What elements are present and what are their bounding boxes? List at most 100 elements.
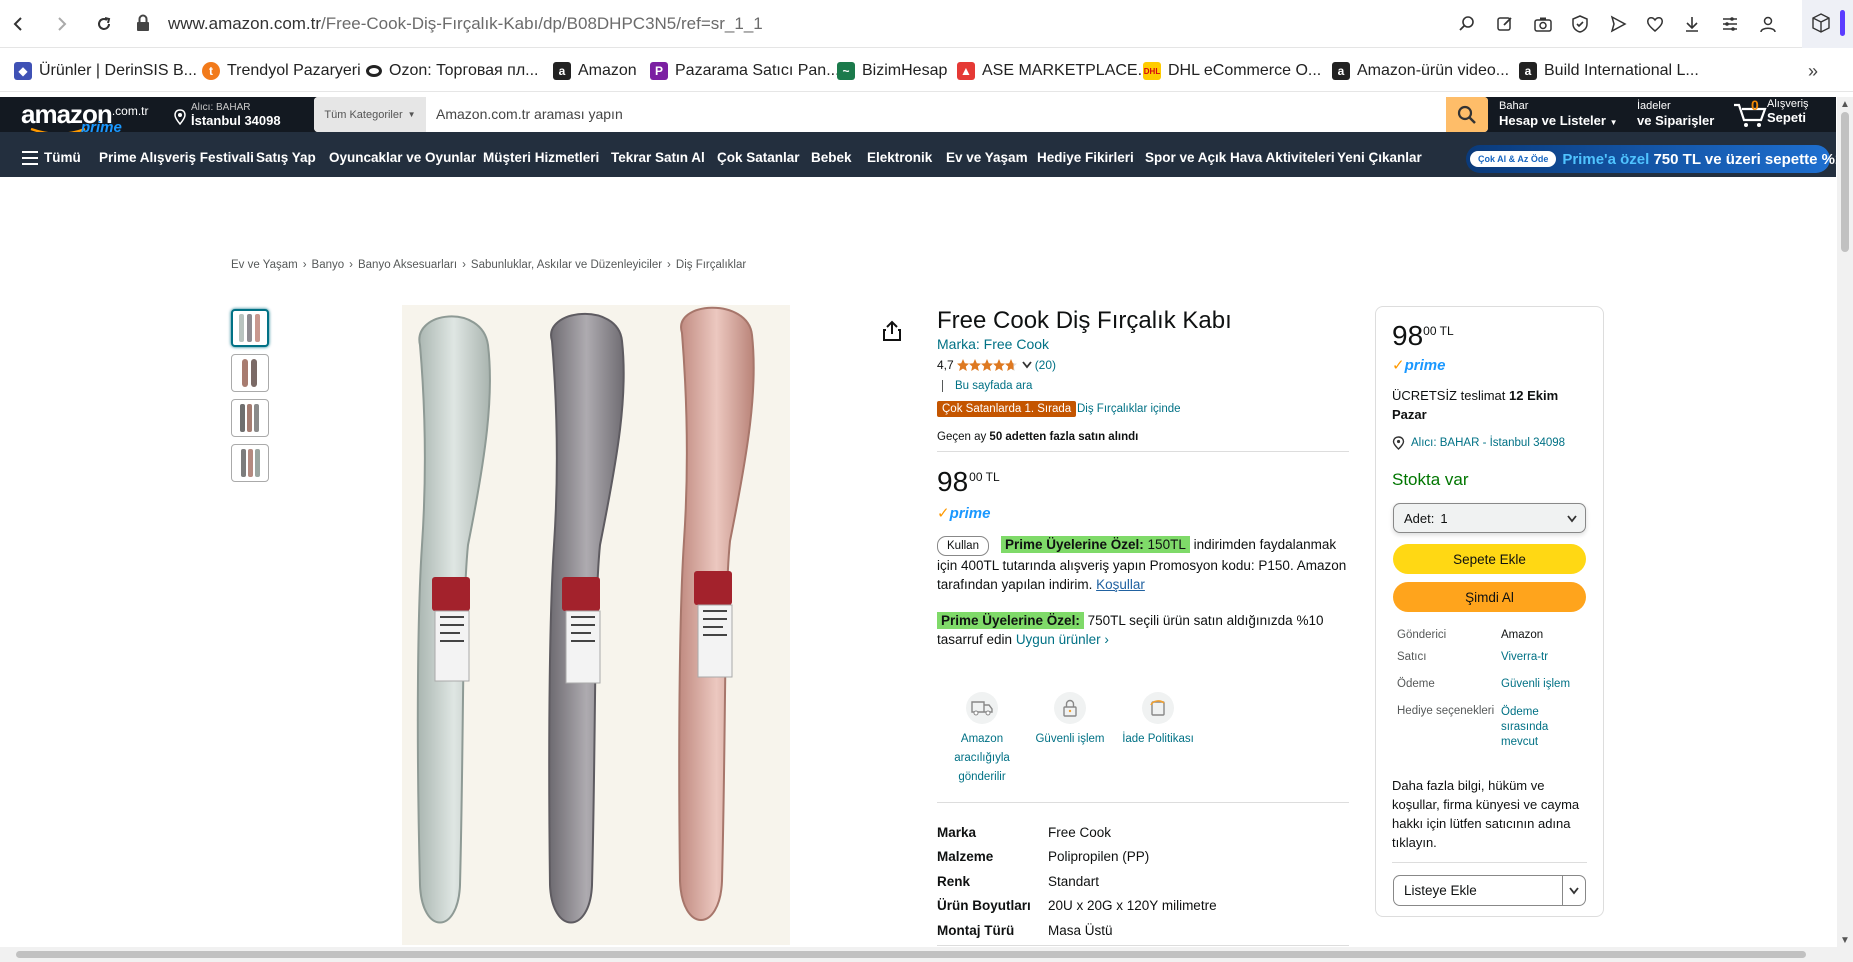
amazon-logo[interactable]: amazon.com.tr prime	[21, 99, 148, 136]
scroll-down-arrow-icon[interactable]: ▼	[1840, 935, 1850, 946]
breadcrumb: Ev ve Yaşam › Banyo › Banyo Aksesuarları › Sab…	[231, 259, 747, 271]
horizontal-scroll-thumb[interactable]	[16, 951, 1806, 958]
back-button[interactable]	[6, 12, 30, 36]
camera-icon[interactable]	[1531, 12, 1555, 36]
thumbnail-1[interactable]	[231, 309, 269, 347]
add-to-list-label: Listeye Ekle	[1404, 883, 1477, 898]
thumbnail-4[interactable]	[231, 444, 269, 482]
bookmark-trendyol[interactable]: t Trendyol Pazaryeri	[202, 60, 361, 82]
gift-options-link[interactable]: Ödeme sırasında mevcut	[1501, 705, 1561, 750]
eligible-products-link[interactable]: Uygun ürünler ›	[1016, 632, 1109, 647]
seller-link[interactable]: Viverra-tr	[1501, 651, 1548, 663]
cart[interactable]: 0 Alışveriş Sepeti	[1733, 97, 1809, 127]
brand-link[interactable]: Marka: Free Cook	[937, 336, 1049, 352]
nav-toys[interactable]: Oyuncaklar ve Oyunlar	[329, 150, 476, 165]
bestseller-badge[interactable]: Çok Satanlarda 1. Sırada	[937, 401, 1077, 417]
heart-icon[interactable]	[1643, 12, 1667, 36]
deliver-to[interactable]: Alıcı: BAHAR İstanbul 34098	[174, 102, 281, 129]
prime-badge: ✓prime	[937, 504, 990, 522]
add-to-cart-button[interactable]: Sepete Ekle	[1393, 544, 1586, 574]
breadcrumb-toothbrush-holders[interactable]: Diş Fırçalıklar	[676, 259, 746, 271]
price-fraction: 00	[969, 470, 983, 484]
reload-button[interactable]	[92, 12, 116, 36]
qty-label: Adet:	[1404, 510, 1435, 526]
nav-new-releases[interactable]: Yeni Çıkanlar	[1337, 150, 1422, 165]
nav-electronics[interactable]: Elektronik	[867, 150, 932, 165]
lock-icon[interactable]	[136, 14, 150, 32]
rating-summary[interactable]: 4,7 (20)	[937, 358, 1056, 372]
returns-orders[interactable]: İadeler ve Siparişler	[1637, 100, 1714, 129]
buy-now-button[interactable]: Şimdi Al	[1393, 582, 1586, 612]
bookmark-build-international[interactable]: a Build International L...	[1519, 60, 1699, 82]
all-menu-button[interactable]: Tümü	[22, 150, 81, 165]
bookmark-amazon-video[interactable]: a Amazon-ürün video...	[1332, 60, 1509, 82]
breadcrumb-bath-accessories[interactable]: Banyo Aksesuarları	[358, 259, 457, 271]
forward-button[interactable]	[50, 12, 74, 36]
secure-transaction-link[interactable]: Güvenli işlem	[1501, 678, 1570, 690]
download-icon[interactable]	[1680, 12, 1704, 36]
bookmark-bizimhesap[interactable]: ~ BizimHesap	[837, 60, 947, 82]
nav-customer-service[interactable]: Müşteri Hizmetleri	[483, 150, 599, 165]
main-product-image[interactable]	[402, 305, 790, 945]
nav-prime-festival[interactable]: Prime Alışveriş Festivali	[99, 150, 254, 165]
bookmark-dhl[interactable]: DHL DHL eCommerce O...	[1143, 60, 1321, 82]
feature-secure-transaction[interactable]: Güvenli işlem	[1034, 692, 1106, 749]
info-key-payment: Ödeme	[1397, 678, 1435, 690]
search-category-select[interactable]: Tüm Kategoriler ▼	[314, 97, 426, 132]
location-pin-icon	[1392, 436, 1405, 450]
bestseller-category-link[interactable]: Diş Fırçalıklar içinde	[1077, 403, 1181, 415]
bookmark-derinsis[interactable]: ◆ Ürünler | DerinSIS B...	[14, 60, 197, 82]
nav-buy-again[interactable]: Tekrar Satın Al	[611, 150, 705, 165]
cube-icon[interactable]	[1812, 13, 1830, 33]
back-arrow-icon	[13, 17, 22, 31]
amazon-icon: a	[1332, 62, 1350, 80]
feature-return-policy[interactable]: İade Politikası	[1115, 692, 1201, 749]
bookmark-ozon[interactable]: Ozon: Торговая пл...	[366, 60, 539, 82]
apply-coupon-button[interactable]: Kullan	[937, 536, 989, 556]
breadcrumb-home-living[interactable]: Ev ve Yaşam	[231, 259, 298, 271]
amazon-icon: a	[553, 62, 571, 80]
edit-icon[interactable]	[1493, 12, 1517, 36]
address-bar[interactable]: www.amazon.com.tr/Free-Cook-Diş-Fırçalık…	[168, 14, 763, 34]
breadcrumb-soap-holders[interactable]: Sabunluklar, Askılar ve Düzenleyiciler	[471, 259, 662, 271]
rating-count[interactable]: (20)	[1035, 358, 1056, 372]
bookmark-ase[interactable]: ▲ ASE MARKETPLACE...	[957, 60, 1151, 82]
breadcrumb-bathroom[interactable]: Banyo	[312, 259, 345, 271]
nav-home-living[interactable]: Ev ve Yaşam	[946, 150, 1028, 165]
sliders-icon[interactable]	[1718, 12, 1742, 36]
search-button[interactable]	[1446, 97, 1488, 132]
send-icon[interactable]	[1606, 12, 1630, 36]
profile-icon[interactable]	[1756, 12, 1780, 36]
more-bookmarks-chevron-icon[interactable]: »	[1808, 60, 1818, 82]
scroll-up-arrow-icon[interactable]: ▲	[1840, 99, 1850, 110]
feature-amazon-shipping[interactable]: Amazon aracılığıyla gönderilir	[946, 692, 1018, 787]
coupon-terms-link[interactable]: Koşullar	[1096, 577, 1145, 592]
thumbnail-2[interactable]	[231, 354, 269, 392]
delivery-prefix: ÜCRETSİZ teslimat	[1392, 388, 1510, 403]
nav-sell[interactable]: Satış Yap	[256, 150, 316, 165]
info-value-shipper: Amazon	[1501, 629, 1544, 641]
quantity-select[interactable]: Adet: 1	[1393, 503, 1586, 533]
thumbnail-3[interactable]	[231, 399, 269, 437]
nav-sports-outdoors[interactable]: Spor ve Açık Hava Aktiviteleri	[1145, 150, 1335, 165]
zoom-search-icon[interactable]	[1455, 12, 1479, 36]
prime-promo-banner[interactable]: Çok Al & Az Öde Prime'a özel 750 TL ve ü…	[1466, 145, 1852, 173]
bookmark-amazon[interactable]: a Amazon	[553, 60, 637, 82]
spec-key: Malzeme	[937, 849, 994, 865]
add-to-list-button[interactable]: Listeye Ekle	[1393, 875, 1586, 906]
nav-gift-ideas[interactable]: Hediye Fikirleri	[1037, 150, 1134, 165]
search-input[interactable]: Amazon.com.tr araması yapın	[436, 106, 623, 122]
delivery-location[interactable]: Alıcı: BAHAR - İstanbul 34098	[1392, 436, 1565, 450]
nav-baby[interactable]: Bebek	[811, 150, 852, 165]
share-icon[interactable]	[883, 320, 901, 342]
shield-icon[interactable]	[1568, 12, 1592, 36]
vertical-scroll-thumb[interactable]	[1841, 112, 1849, 252]
account-lists[interactable]: Bahar Hesap ve Listeler ▼	[1499, 100, 1618, 131]
add-to-list-dropdown[interactable]	[1562, 876, 1585, 905]
nav-best-sellers[interactable]: Çok Satanlar	[717, 150, 800, 165]
spec-value: 20U x 20G x 120Y milimetre	[1048, 898, 1217, 914]
search-this-page[interactable]: Bu sayfada ara	[942, 380, 1032, 392]
promo-pill: Çok Al & Az Öde	[1470, 151, 1557, 167]
bookmark-pazarama[interactable]: P Pazarama Satıcı Pan...	[650, 60, 840, 82]
product-title: Free Cook Diş Fırçalık Kabı	[937, 307, 1232, 334]
